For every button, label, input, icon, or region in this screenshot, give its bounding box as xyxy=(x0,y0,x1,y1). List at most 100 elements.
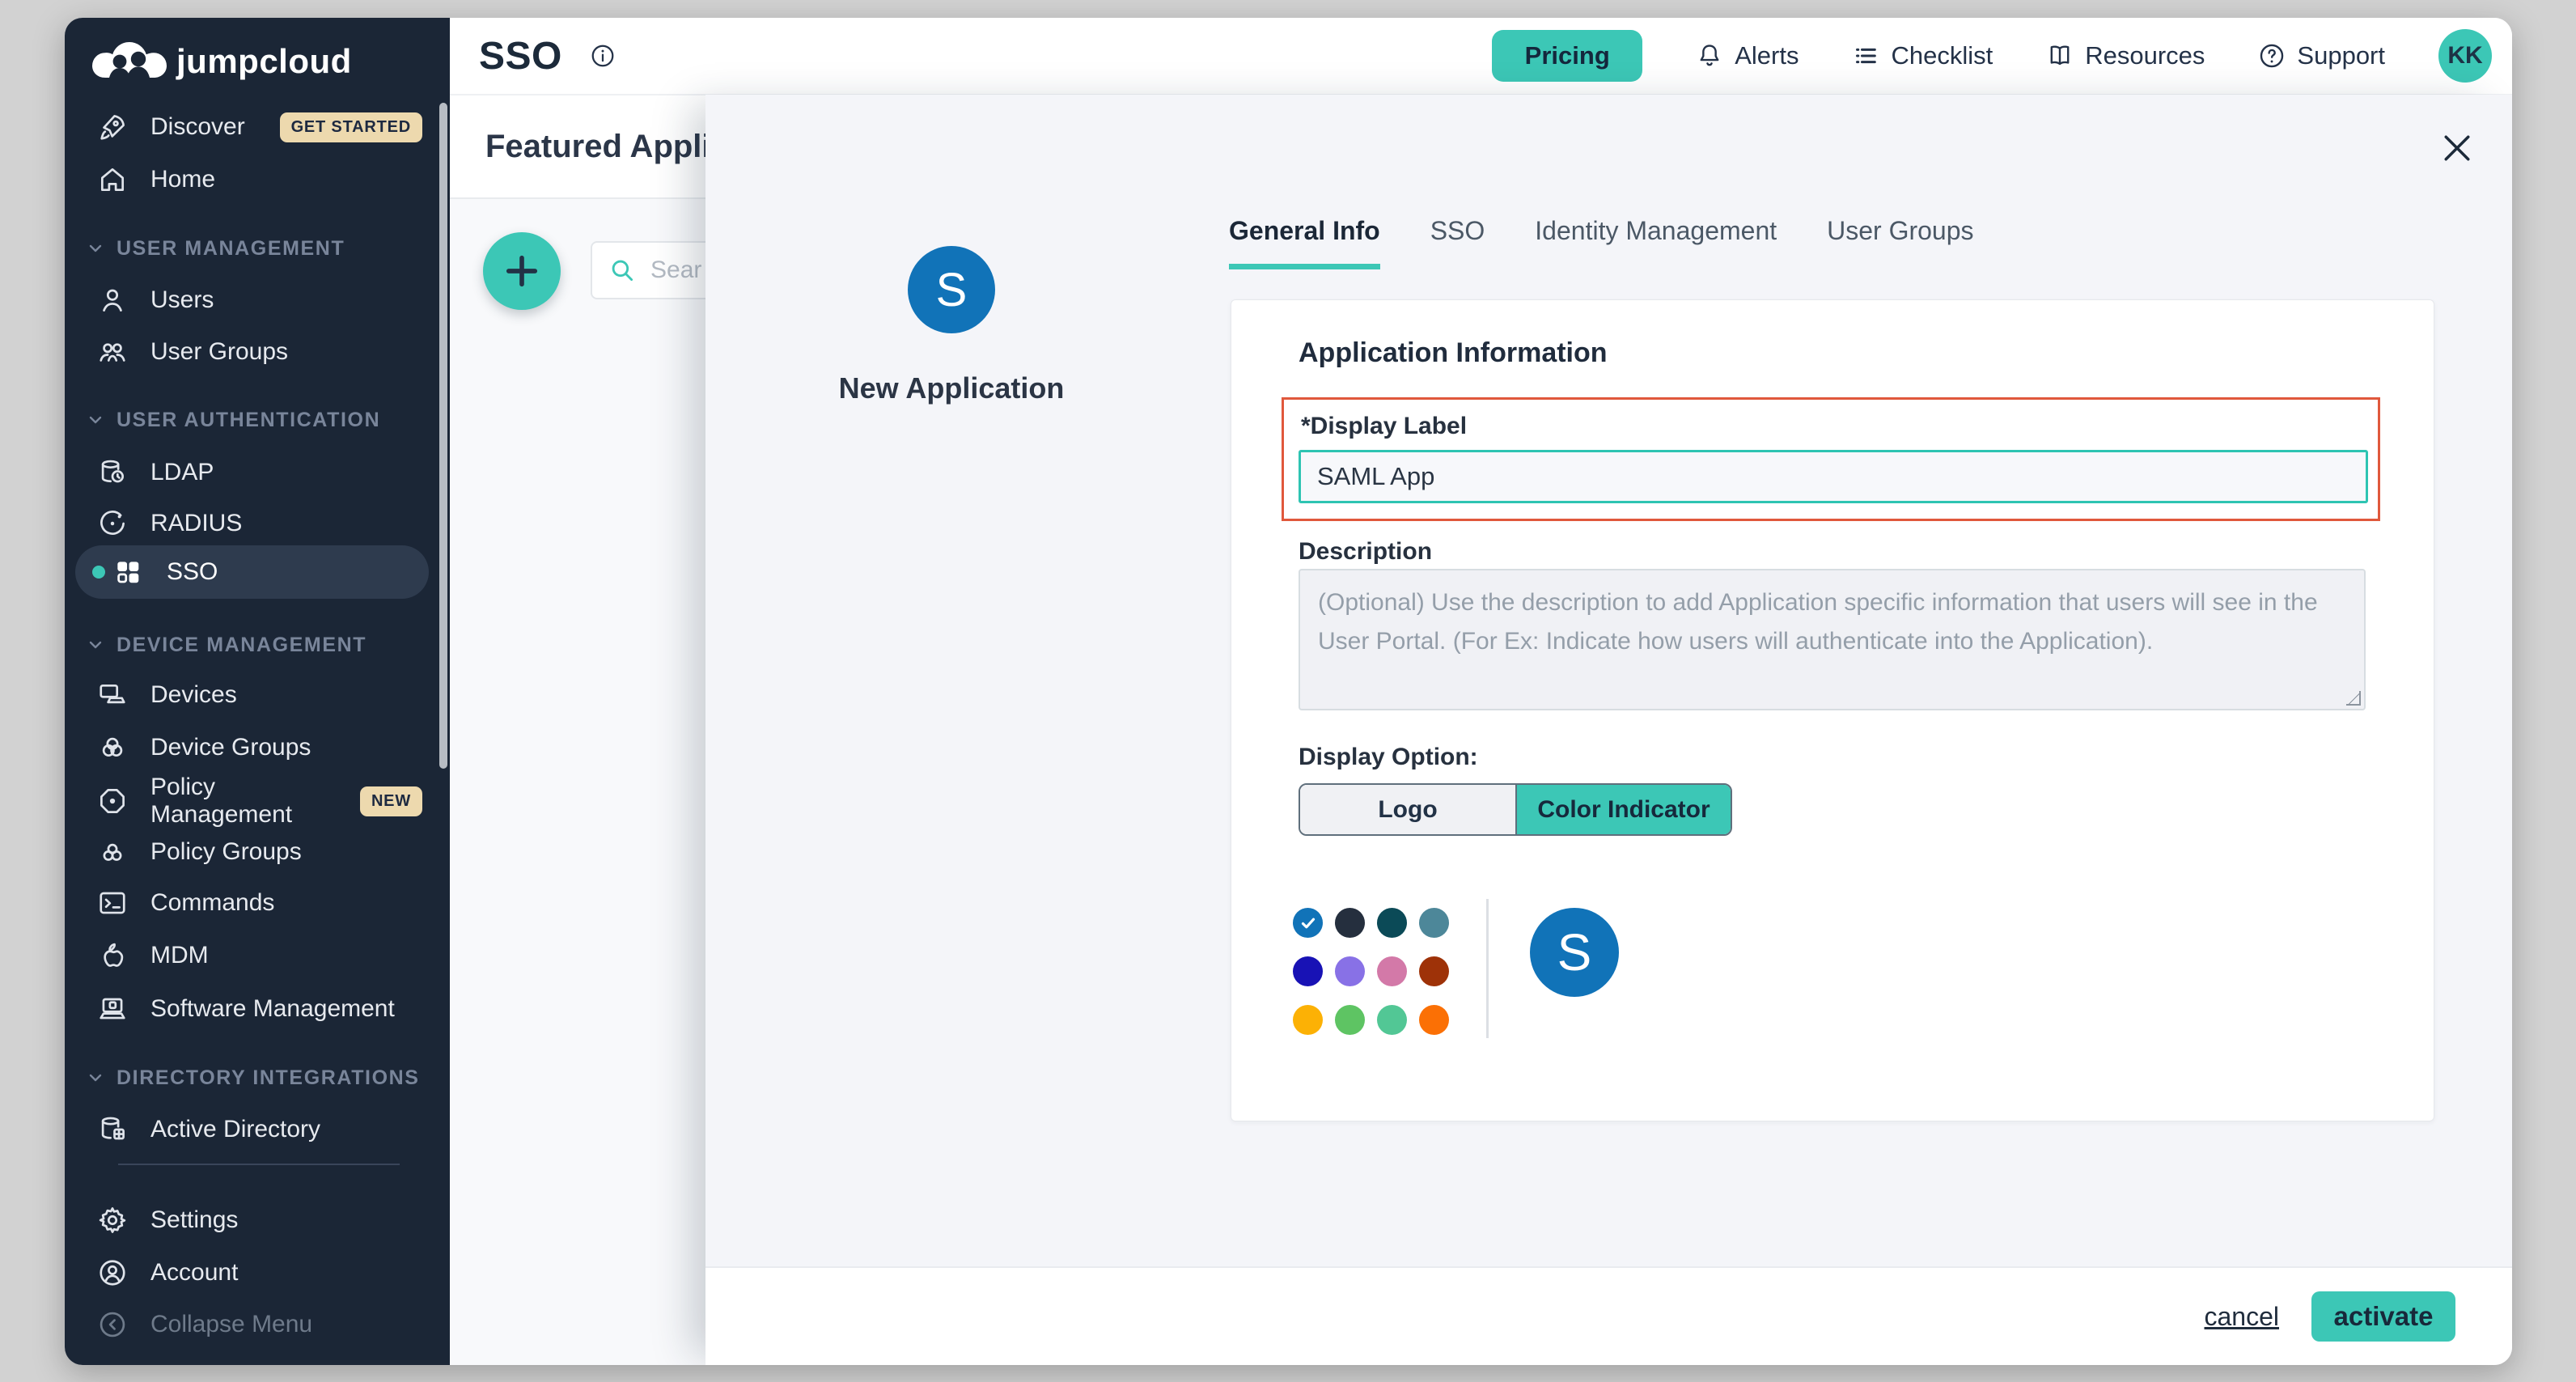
help-icon xyxy=(2258,42,2286,70)
search-icon xyxy=(608,256,636,284)
color-swatch-12[interactable] xyxy=(1419,1005,1449,1035)
sidebar-item-label: Device Groups xyxy=(150,734,311,761)
policy-groups-icon xyxy=(97,837,128,867)
sidebar-item-label: Active Directory xyxy=(150,1116,320,1143)
home-icon xyxy=(97,164,128,195)
tab-identity-management[interactable]: Identity Management xyxy=(1535,216,1777,269)
color-swatch-2[interactable] xyxy=(1335,908,1365,938)
get-started-badge: GET STARTED xyxy=(280,112,422,142)
cancel-button[interactable]: cancel xyxy=(2205,1302,2280,1332)
jumpcloud-cloud-icon xyxy=(92,39,167,84)
sidebar-item-device-groups[interactable]: Device Groups xyxy=(97,725,422,770)
card-heading: Application Information xyxy=(1299,337,1608,369)
color-swatch-6[interactable] xyxy=(1335,956,1365,986)
book-icon xyxy=(2046,42,2074,70)
color-palette xyxy=(1293,908,1449,1035)
chevron-down-icon xyxy=(86,635,105,655)
pricing-button[interactable]: Pricing xyxy=(1492,30,1642,82)
modal-tabs: General Info SSO Identity Management Use… xyxy=(1229,216,1974,269)
color-swatch-5[interactable] xyxy=(1293,956,1323,986)
color-swatch-1[interactable] xyxy=(1293,908,1323,938)
check-icon xyxy=(1299,914,1318,933)
logo-option[interactable]: Logo xyxy=(1300,785,1515,834)
resources-label: Resources xyxy=(2085,41,2205,70)
radius-icon xyxy=(97,508,128,539)
sidebar-item-label: MDM xyxy=(150,942,209,969)
support-button[interactable]: Support xyxy=(2258,41,2385,70)
sidebar-item-software-management[interactable]: Software Management xyxy=(97,986,422,1032)
section-label: USER MANAGEMENT xyxy=(117,237,345,261)
sidebar-scrollbar[interactable] xyxy=(439,103,447,769)
section-user-authentication[interactable]: USER AUTHENTICATION xyxy=(86,406,380,434)
section-directory-integrations[interactable]: DIRECTORY INTEGRATIONS xyxy=(86,1064,420,1092)
tab-sso[interactable]: SSO xyxy=(1430,216,1485,269)
color-indicator-option[interactable]: Color Indicator xyxy=(1515,785,1731,834)
checklist-label: Checklist xyxy=(1891,41,1993,70)
resources-button[interactable]: Resources xyxy=(2046,41,2205,70)
collapse-arrow-icon xyxy=(97,1309,128,1340)
sidebar-item-users[interactable]: Users xyxy=(97,278,422,323)
sidebar-item-collapse-menu[interactable]: Collapse Menu xyxy=(97,1302,422,1347)
tab-general-info[interactable]: General Info xyxy=(1229,216,1380,269)
sidebar-item-home[interactable]: Home xyxy=(97,157,422,202)
section-label: DIRECTORY INTEGRATIONS xyxy=(117,1066,420,1090)
sidebar-item-account[interactable]: Account xyxy=(97,1250,422,1295)
device-groups-icon xyxy=(97,732,128,763)
palette-divider xyxy=(1486,899,1489,1038)
sidebar-item-devices[interactable]: Devices xyxy=(97,672,422,718)
info-icon[interactable] xyxy=(590,43,616,69)
color-swatch-10[interactable] xyxy=(1335,1005,1365,1035)
alerts-button[interactable]: Alerts xyxy=(1696,41,1799,70)
color-swatch-4[interactable] xyxy=(1419,908,1449,938)
description-textarea[interactable] xyxy=(1299,569,2366,710)
sidebar-item-user-groups[interactable]: User Groups xyxy=(97,329,422,375)
sidebar-item-label: Home xyxy=(150,166,215,193)
sidebar-item-radius[interactable]: RADIUS xyxy=(97,501,422,546)
sidebar-item-commands[interactable]: Commands xyxy=(97,880,422,926)
application-avatar: S xyxy=(908,246,995,333)
display-option-label: Display Option: xyxy=(1299,744,1478,771)
user-avatar[interactable]: KK xyxy=(2438,29,2492,83)
sidebar-item-label: RADIUS xyxy=(150,510,242,537)
sidebar-item-policy-groups[interactable]: Policy Groups xyxy=(97,829,422,875)
sidebar-divider xyxy=(118,1164,400,1165)
color-swatch-8[interactable] xyxy=(1419,956,1449,986)
tab-user-groups[interactable]: User Groups xyxy=(1827,216,1973,269)
database-clock-icon xyxy=(97,457,128,488)
sidebar-item-label: Collapse Menu xyxy=(150,1311,312,1338)
chevron-down-icon xyxy=(86,239,105,258)
bell-icon xyxy=(1696,42,1723,70)
close-icon[interactable] xyxy=(2439,130,2475,166)
checklist-button[interactable]: Checklist xyxy=(1852,41,1993,70)
color-swatch-9[interactable] xyxy=(1293,1005,1323,1035)
apps-grid-icon xyxy=(112,557,143,587)
sidebar-item-policy-management[interactable]: Policy Management NEW xyxy=(97,778,422,824)
section-device-management[interactable]: DEVICE MANAGEMENT xyxy=(86,631,366,659)
sidebar-item-discover[interactable]: Discover GET STARTED xyxy=(97,104,422,150)
sidebar-item-label: Discover xyxy=(150,113,245,141)
color-preview-avatar: S xyxy=(1530,908,1619,997)
user-icon xyxy=(97,285,128,316)
add-application-button[interactable] xyxy=(483,232,561,310)
description-label: Description xyxy=(1299,538,1432,566)
sidebar-item-label: LDAP xyxy=(150,459,214,486)
active-directory-icon xyxy=(97,1114,128,1145)
sidebar-item-label: SSO xyxy=(167,558,218,586)
account-icon xyxy=(97,1257,128,1288)
sidebar-item-sso-active[interactable]: SSO xyxy=(75,545,429,599)
sidebar-item-active-directory[interactable]: Active Directory xyxy=(97,1107,422,1152)
sidebar-item-label: Policy Groups xyxy=(150,838,302,866)
section-user-management[interactable]: USER MANAGEMENT xyxy=(86,235,345,262)
display-label-input[interactable] xyxy=(1299,450,2368,503)
color-swatch-3[interactable] xyxy=(1377,908,1407,938)
sidebar-item-mdm[interactable]: MDM xyxy=(97,933,422,978)
new-application-modal: S New Application General Info SSO Ident… xyxy=(705,95,2512,1365)
support-label: Support xyxy=(2297,41,2385,70)
sidebar-item-settings[interactable]: Settings xyxy=(97,1198,422,1243)
activate-button[interactable]: activate xyxy=(2311,1291,2455,1342)
jumpcloud-logo[interactable]: jumpcloud xyxy=(92,39,352,84)
color-swatch-11[interactable] xyxy=(1377,1005,1407,1035)
sidebar-item-label: Devices xyxy=(150,681,237,709)
sidebar-item-ldap[interactable]: LDAP xyxy=(97,450,422,495)
color-swatch-7[interactable] xyxy=(1377,956,1407,986)
